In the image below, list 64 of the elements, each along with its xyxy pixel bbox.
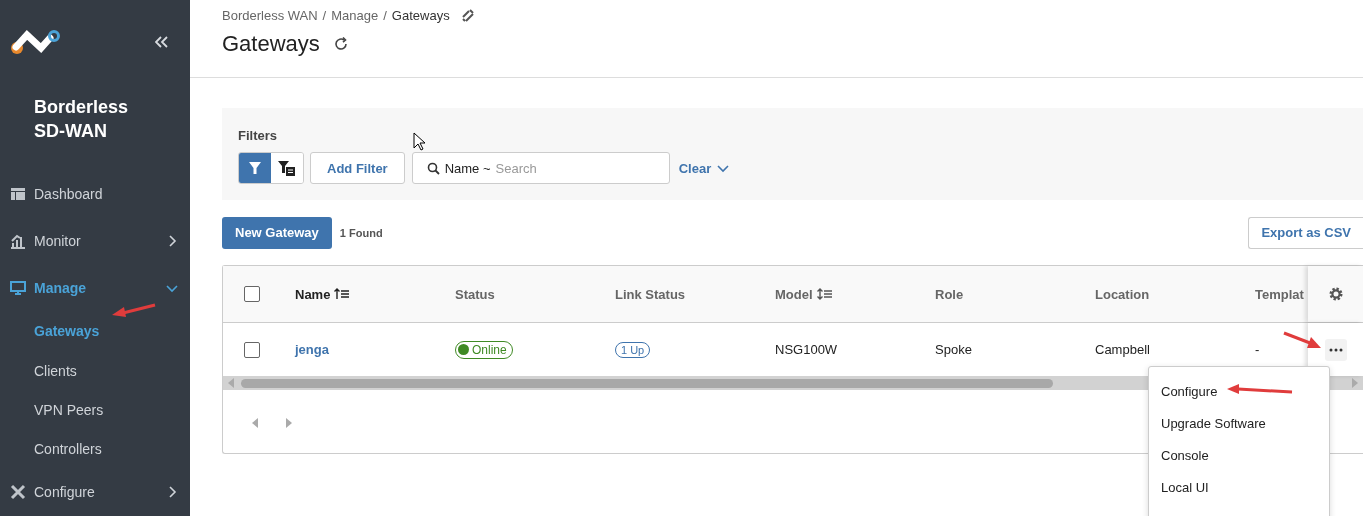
menu-item[interactable]: Configure <box>1149 375 1218 407</box>
sidebar-subitem[interactable]: Controllers <box>0 429 102 469</box>
sidebar-item[interactable]: Dashboard <box>0 170 190 218</box>
more-options-button[interactable] <box>1324 338 1347 361</box>
sidebar-item[interactable]: Monitor <box>0 217 190 265</box>
refresh-icon[interactable] <box>333 37 348 51</box>
filter-icon <box>248 161 262 175</box>
breadcrumb-separator: / <box>383 8 387 23</box>
filter-list-button[interactable] <box>271 153 303 183</box>
table-cell: - <box>1255 342 1260 357</box>
column-header[interactable]: Location <box>1095 286 1150 302</box>
table-cell: Campbell <box>1095 342 1150 357</box>
annotation-arrow <box>111 303 157 319</box>
column-header[interactable]: Name <box>295 286 331 302</box>
collapse-sidebar-icon[interactable] <box>155 35 168 48</box>
search-icon <box>426 161 440 175</box>
logo-icon <box>10 28 60 55</box>
breadcrumb-link[interactable]: Borderless WAN <box>222 8 318 23</box>
search-field[interactable]: Name ~ Search <box>411 152 670 184</box>
breadcrumb-separator: / <box>322 8 327 23</box>
breadcrumb-link[interactable]: Manage <box>331 8 379 23</box>
filter-button[interactable] <box>239 153 271 183</box>
sidebar-subitem[interactable]: Clients <box>0 351 77 391</box>
new-gateway-button[interactable]: New Gateway <box>222 216 332 249</box>
settings-icon[interactable] <box>1327 286 1344 302</box>
table-cell: NSG100W <box>775 342 838 357</box>
sidebar-subitem[interactable]: Gateways <box>0 311 100 352</box>
annotation-arrow <box>1226 383 1294 397</box>
clear-link[interactable]: Clear <box>678 160 712 176</box>
menu-item[interactable]: Upgrade Software <box>1149 407 1266 439</box>
column-header[interactable]: Link Status <box>615 286 686 302</box>
sort-icon[interactable] <box>816 288 833 300</box>
sort-ascending-icon[interactable] <box>334 288 351 300</box>
dashboard-icon <box>10 186 26 203</box>
menu-item[interactable]: Console <box>1149 439 1209 471</box>
table-cell: Spoke <box>935 342 972 357</box>
result-count: 1 Found <box>339 226 383 239</box>
search-input[interactable]: Search <box>495 160 659 176</box>
ellipsis-icon <box>1328 347 1343 352</box>
filters-label: Filters <box>238 127 277 143</box>
sidebar-item[interactable]: Configure <box>0 468 190 516</box>
mouse-cursor-icon <box>413 132 427 152</box>
page-title: Gateways <box>222 31 320 57</box>
export-csv-button[interactable]: Export as CSV <box>1248 216 1363 249</box>
link-icon[interactable] <box>460 8 475 23</box>
sidebar-subitem[interactable]: VPN Peers <box>0 390 104 430</box>
menu-item[interactable]: Local UI <box>1149 471 1209 503</box>
chevron-down-icon[interactable] <box>717 162 730 174</box>
product-title: Borderless SD-WAN <box>34 96 130 144</box>
annotation-arrow <box>1282 331 1322 351</box>
column-header[interactable]: Role <box>935 286 964 302</box>
column-header[interactable]: Status <box>455 286 495 302</box>
gateway-name-link[interactable]: jenga <box>295 342 329 357</box>
column-header[interactable]: Templat <box>1255 286 1304 302</box>
chart-icon <box>10 233 26 250</box>
sidebar-item[interactable]: Manage <box>0 264 190 312</box>
column-header[interactable]: Model <box>775 286 813 302</box>
search-prefix: Name ~ <box>444 160 491 176</box>
row-checkbox[interactable] <box>243 341 260 358</box>
filter-list-icon <box>278 160 296 176</box>
tools-icon <box>10 484 26 501</box>
monitor-icon <box>10 280 26 297</box>
select-all-checkbox[interactable] <box>243 286 260 302</box>
add-filter-button[interactable]: Add Filter <box>310 152 405 184</box>
